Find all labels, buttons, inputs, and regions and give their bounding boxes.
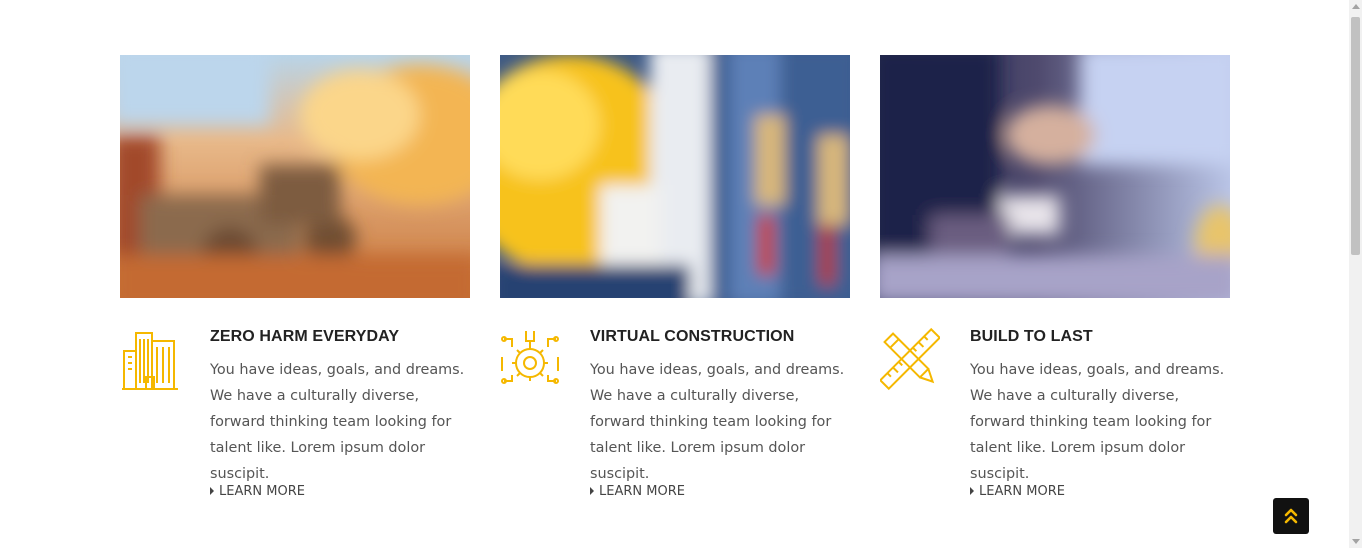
card-description: You have ideas, goals, and dreams. We ha… (210, 362, 465, 482)
feature-card: VIRTUAL CONSTRUCTION You have ideas, goa… (500, 55, 850, 515)
learn-more-link[interactable]: LEARN MORE (970, 481, 1065, 501)
construction-site-bulldozer-photo (120, 55, 470, 298)
learn-more-link[interactable]: LEARN MORE (590, 481, 685, 501)
card-description: You have ideas, goals, and dreams. We ha… (590, 362, 845, 482)
handshake-photo (880, 55, 1230, 298)
gear-wrench-icon (500, 327, 560, 391)
caret-right-icon (210, 487, 214, 495)
page: ZERO HARM EVERYDAY You have ideas, goals… (0, 0, 1349, 548)
learn-more-label: LEARN MORE (219, 483, 305, 499)
pencil-ruler-icon (880, 327, 940, 391)
buildings-icon (120, 327, 180, 391)
feature-card: BUILD TO LAST You have ideas, goals, and… (880, 55, 1230, 515)
vertical-scrollbar[interactable] (1349, 0, 1362, 548)
card-description: You have ideas, goals, and dreams. We ha… (970, 362, 1225, 482)
learn-more-label: LEARN MORE (599, 483, 685, 499)
features-section: ZERO HARM EVERYDAY You have ideas, goals… (120, 55, 1230, 515)
card-title: ZERO HARM EVERYDAY (210, 328, 400, 345)
learn-more-link[interactable]: LEARN MORE (210, 481, 305, 501)
card-title: BUILD TO LAST (970, 328, 1093, 345)
scrollbar-thumb[interactable] (1351, 17, 1360, 255)
scroll-down-arrow-icon[interactable] (1352, 539, 1360, 544)
card-title: VIRTUAL CONSTRUCTION (590, 328, 795, 345)
double-chevron-up-icon (1284, 508, 1298, 524)
scroll-up-arrow-icon[interactable] (1352, 4, 1360, 9)
back-to-top-button[interactable] (1273, 498, 1309, 534)
learn-more-label: LEARN MORE (979, 483, 1065, 499)
hard-hat-and-tools-photo (500, 55, 850, 298)
caret-right-icon (590, 487, 594, 495)
caret-right-icon (970, 487, 974, 495)
feature-card: ZERO HARM EVERYDAY You have ideas, goals… (120, 55, 470, 515)
